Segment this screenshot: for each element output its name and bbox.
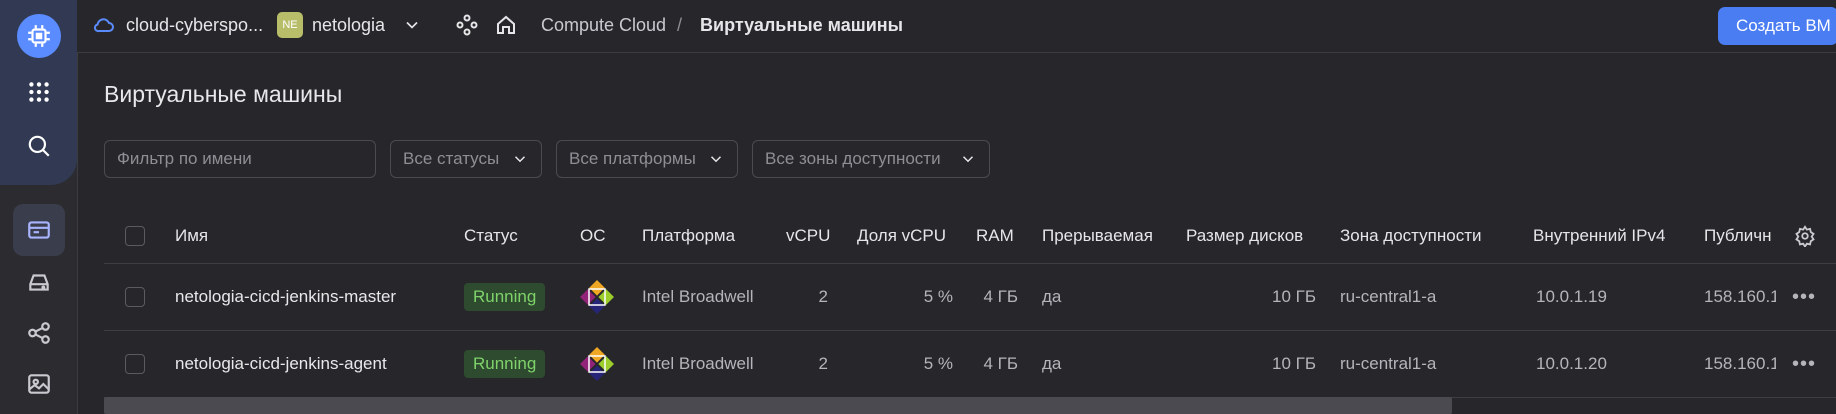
col-ipv4[interactable]: Внутренний IPv4 <box>1533 208 1665 263</box>
share-icon[interactable] <box>13 307 65 359</box>
nodes-icon[interactable] <box>455 0 479 50</box>
status-badge: Running <box>464 283 546 311</box>
drive-icon[interactable] <box>13 256 65 308</box>
search-icon[interactable] <box>13 120 65 172</box>
status-filter-select[interactable]: Все статусы <box>390 140 542 178</box>
folder-badge: NE <box>277 12 303 38</box>
col-status[interactable]: Статус <box>464 208 518 263</box>
row-checkbox[interactable] <box>125 354 145 374</box>
ipv4-value: 10.0.1.19 <box>1536 287 1607 306</box>
chevron-down-icon <box>710 156 722 163</box>
name-filter-input[interactable]: Фильтр по имени <box>104 140 376 178</box>
more-icon[interactable]: ••• <box>1792 264 1816 330</box>
row-checkbox[interactable] <box>125 287 145 307</box>
vm-name[interactable]: netologia-cicd-jenkins-master <box>175 264 396 330</box>
col-disk[interactable]: Размер дисков <box>1186 208 1303 263</box>
status-badge: Running <box>464 350 546 378</box>
chevron-down-icon <box>514 156 526 163</box>
col-vcpu-share[interactable]: Доля vCPU <box>857 208 946 263</box>
gear-icon[interactable] <box>1794 208 1816 263</box>
centos-icon <box>580 331 614 397</box>
centos-icon <box>580 264 614 330</box>
public-ip-value: 158.160.1 <box>1704 287 1776 306</box>
vcpu-share-value: 5 % <box>923 287 953 306</box>
zone-filter-value: Все зоны доступности <box>765 149 941 168</box>
chevron-down-icon <box>962 156 974 163</box>
platform-value: Intel Broadwell <box>642 354 754 373</box>
horizontal-scrollbar[interactable] <box>104 397 1452 414</box>
chip-icon[interactable] <box>17 14 61 58</box>
vcpu-value: 2 <box>818 354 828 373</box>
disk-value: 10 ГБ <box>1272 354 1316 373</box>
chevron-down-icon <box>406 21 418 29</box>
disk-value: 10 ГБ <box>1272 287 1316 306</box>
public-ip-value: 158.160.1 <box>1704 354 1776 373</box>
folder-name: netologia <box>312 14 386 35</box>
card-icon[interactable] <box>13 204 65 256</box>
grid-icon[interactable] <box>13 66 65 118</box>
top-header: cloud-cyberspo... NE netologia Compute C… <box>77 0 1836 53</box>
more-icon[interactable]: ••• <box>1792 331 1816 397</box>
select-all-checkbox[interactable] <box>125 225 145 246</box>
platform-filter-value: Все платформы <box>569 149 696 168</box>
zone-value: ru-central1-a <box>1340 287 1437 306</box>
cloud-icon <box>93 18 114 33</box>
left-rail <box>0 0 78 414</box>
ram-value: 4 ГБ <box>983 354 1018 373</box>
page-title: Виртуальные машины <box>104 81 343 107</box>
col-public[interactable]: Публичн <box>1704 208 1776 263</box>
folder-selector[interactable]: NE netologia <box>277 0 422 50</box>
breadcrumb-separator: / <box>677 14 683 35</box>
breadcrumb-service[interactable]: Compute Cloud <box>541 0 666 50</box>
zone-value: ru-central1-a <box>1340 354 1437 373</box>
platform-filter-select[interactable]: Все платформы <box>556 140 738 178</box>
vcpu-share-value: 5 % <box>923 354 953 373</box>
col-ram[interactable]: RAM <box>976 208 1014 263</box>
vcpu-value: 2 <box>818 287 828 306</box>
name-filter-placeholder: Фильтр по имени <box>117 149 252 168</box>
table-header: Имя Статус ОС Платформа vCPU Доля vCPU R… <box>104 208 1836 264</box>
col-name[interactable]: Имя <box>175 208 208 263</box>
status-filter-value: Все статусы <box>403 149 500 168</box>
create-vm-button[interactable]: Создать ВМ <box>1718 7 1836 45</box>
ram-value: 4 ГБ <box>983 287 1018 306</box>
platform-value: Intel Broadwell <box>642 287 754 306</box>
table-row[interactable]: netologia-cicd-jenkins-master Running In… <box>104 264 1836 331</box>
col-preemptible[interactable]: Прерываемая <box>1042 208 1153 263</box>
home-icon[interactable] <box>494 0 518 50</box>
ipv4-value: 10.0.1.20 <box>1536 354 1607 373</box>
preemptible-value: да <box>1042 354 1062 373</box>
vm-name[interactable]: netologia-cicd-jenkins-agent <box>175 331 387 397</box>
cloud-name: cloud-cyberspo... <box>126 14 264 35</box>
table-row[interactable]: netologia-cicd-jenkins-agent Running Int… <box>104 331 1836 398</box>
cloud-selector[interactable]: cloud-cyberspo... <box>92 0 263 50</box>
image-icon[interactable] <box>13 358 65 410</box>
preemptible-value: да <box>1042 287 1062 306</box>
col-platform[interactable]: Платформа <box>642 208 735 263</box>
col-os[interactable]: ОС <box>580 208 606 263</box>
col-vcpu[interactable]: vCPU <box>786 208 830 263</box>
zone-filter-select[interactable]: Все зоны доступности <box>752 140 990 178</box>
breadcrumb-current: Виртуальные машины <box>700 14 904 35</box>
col-zone[interactable]: Зона доступности <box>1340 208 1481 263</box>
